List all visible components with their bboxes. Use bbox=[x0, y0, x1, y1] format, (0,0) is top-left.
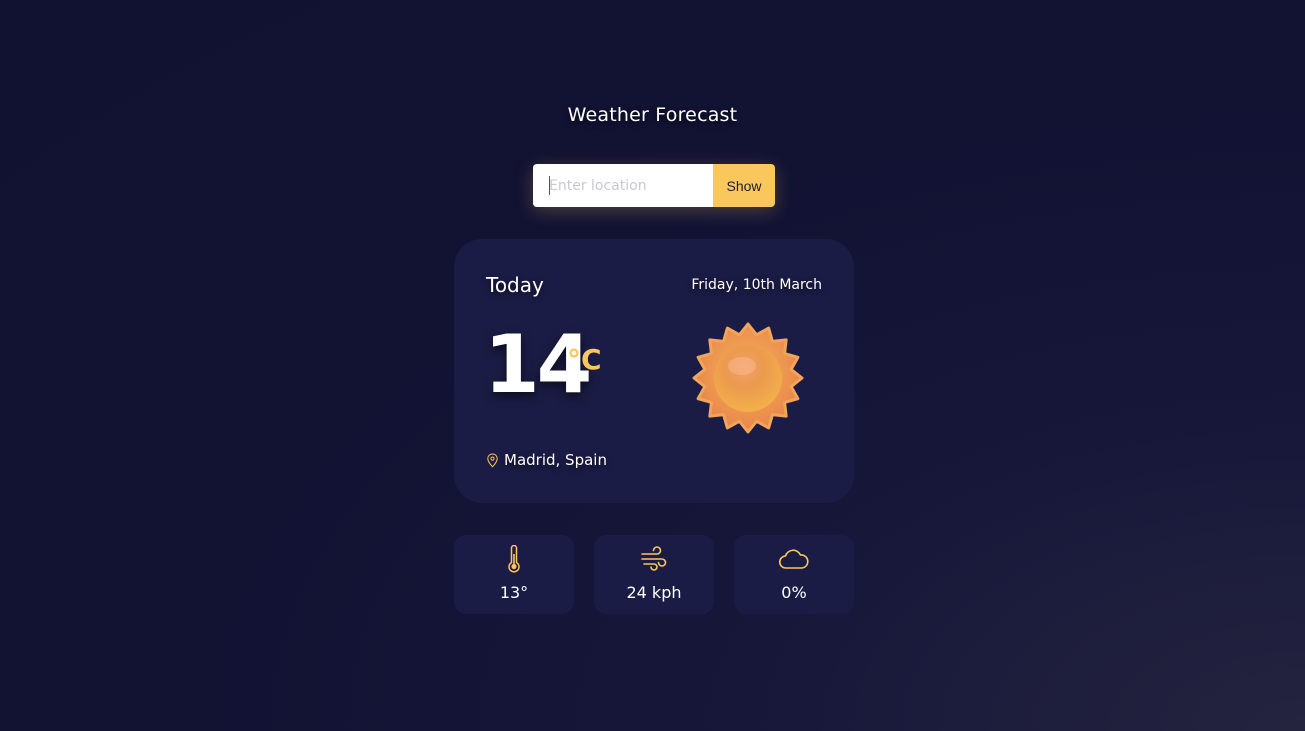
thermometer-icon bbox=[508, 545, 520, 573]
location-text: Madrid, Spain bbox=[504, 451, 607, 469]
location-input[interactable] bbox=[533, 164, 713, 207]
weather-card: Today Friday, 10th March 14 °C Madrid, S… bbox=[454, 239, 854, 503]
location: Madrid, Spain bbox=[486, 451, 607, 469]
page-title: Weather Forecast bbox=[567, 104, 738, 126]
stat-card-clouds: 0% bbox=[734, 535, 854, 614]
sun-icon bbox=[692, 322, 804, 434]
temperature-unit: °C bbox=[567, 343, 602, 376]
day-label: Today bbox=[486, 273, 544, 297]
stat-card-feels-like: 13° bbox=[454, 535, 574, 614]
stat-value: 24 kph bbox=[626, 583, 682, 602]
stat-value: 0% bbox=[781, 583, 807, 602]
stat-card-wind: 24 kph bbox=[594, 535, 714, 614]
date-label: Friday, 10th March bbox=[691, 277, 822, 293]
wind-icon bbox=[641, 546, 667, 571]
show-button[interactable]: Show bbox=[713, 164, 775, 207]
stat-value: 13° bbox=[499, 583, 529, 602]
cloud-icon bbox=[778, 549, 809, 569]
search-input-wrapper bbox=[533, 164, 713, 207]
search-bar: Show bbox=[533, 164, 775, 207]
text-caret bbox=[549, 176, 550, 195]
map-pin-icon bbox=[487, 452, 498, 468]
